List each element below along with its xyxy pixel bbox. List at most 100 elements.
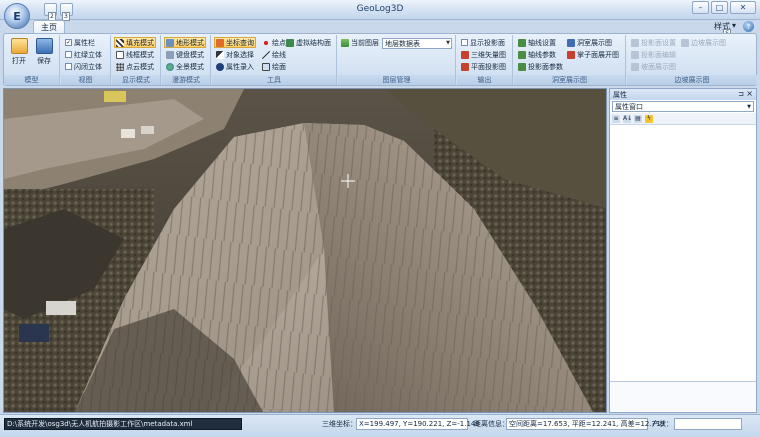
window-title: GeoLog3D xyxy=(356,4,404,14)
property-grid[interactable] xyxy=(610,125,756,381)
group-label-model: 模型 xyxy=(4,75,59,85)
file-path: D:\系统开发\osg3d\无人机航拍摄影工作区\metadata.xml xyxy=(4,418,242,430)
status-bar: D:\系统开发\osg3d\无人机航拍摄影工作区\metadata.xml 三维… xyxy=(0,414,760,437)
help-icon[interactable]: ? xyxy=(743,21,754,32)
minimize-button[interactable]: – xyxy=(692,1,709,14)
slope-display-button[interactable]: 边坡展示图 xyxy=(680,37,727,48)
draw-line-button[interactable]: 绘线 xyxy=(261,49,287,60)
ribbon: 打开 保存 模型 ✓ 属性栏 红绿立体 闪闭立体 视图 填充模式 线框模式 点云模… xyxy=(3,33,757,86)
point-icon xyxy=(262,38,270,47)
keyboard-icon xyxy=(166,50,174,59)
coordinate-label: 三维坐标： xyxy=(322,420,357,428)
cavern-display-button[interactable]: 洞室展示图 xyxy=(566,37,613,48)
projection-params-button[interactable]: 投影面参数 xyxy=(517,61,564,72)
info-icon xyxy=(216,62,224,71)
axis-params-icon xyxy=(518,50,526,59)
chevron-down-icon: ▼ xyxy=(747,103,751,110)
projection-settings-icon xyxy=(631,38,639,47)
line-icon xyxy=(262,50,270,59)
application-orb-button[interactable]: E xyxy=(4,3,30,29)
coordinate-query-button[interactable]: 坐标查询 xyxy=(214,37,256,48)
terrain-icon xyxy=(166,38,174,47)
property-panel: 属性 ⊐ × 属性窗口 ▼ ≡ A↓ ▤ ϟ xyxy=(609,88,757,413)
property-toolbar: ≡ A↓ ▤ ϟ xyxy=(610,113,756,125)
terrain-render xyxy=(4,89,606,412)
plan-projection-button[interactable]: 平面投影图 xyxy=(460,61,507,72)
group-cavern-display: 轴线设置 轴线参数 投影面参数 洞室展示图 掌子面展开图 洞室展示图 xyxy=(514,35,626,85)
group-label-cavern-display: 洞室展示图 xyxy=(514,75,625,85)
distance-value: 空间距离=17.653, 平距=12.241, 高差=12.719 xyxy=(506,418,665,430)
object-select-button[interactable]: 对象选择 xyxy=(215,49,255,60)
projection-map-icon xyxy=(461,62,469,71)
group-label-output: 输出 xyxy=(457,75,512,85)
maximize-button[interactable]: □ xyxy=(711,1,728,14)
current-layer-label: 当前图层 xyxy=(340,37,380,48)
property-object-select[interactable]: 属性窗口 ▼ xyxy=(612,101,754,112)
fill-mode-button[interactable]: 填充模式 xyxy=(114,37,156,48)
projection-edit-button[interactable]: 投影面编辑 xyxy=(630,49,677,60)
pointcloud-mode-button[interactable]: 点云模式 xyxy=(115,61,155,72)
checkbox-property-bar[interactable]: ✓ 属性栏 xyxy=(64,37,96,48)
chevron-down-icon: ▼ xyxy=(446,40,450,46)
globe-icon xyxy=(166,62,174,71)
projection-edit-icon xyxy=(631,50,639,59)
terrain-mode-button[interactable]: 地形模式 xyxy=(164,37,206,48)
close-icon[interactable]: × xyxy=(746,89,753,98)
face-unfold-icon xyxy=(567,50,575,59)
cavern-icon xyxy=(567,38,575,47)
categorized-icon[interactable]: ≡ xyxy=(612,114,620,123)
dip-label: 产状： xyxy=(652,420,673,428)
projection-settings-button[interactable]: 投影面设置 xyxy=(630,37,677,48)
group-roam-mode: 地形模式 键盘模式 全景模式 漫游模式 xyxy=(162,35,211,85)
virtual-structure-face-button[interactable]: 虚拟结构面 xyxy=(285,37,332,48)
slope-display-icon xyxy=(681,38,689,47)
checkbox-anaglyph[interactable]: 红绿立体 xyxy=(64,49,103,60)
layers-icon xyxy=(341,38,349,47)
draw-point-button[interactable]: 绘点 xyxy=(261,37,287,48)
checkbox-show-projection[interactable]: 显示投影面 xyxy=(460,37,506,48)
axis-params-button[interactable]: 轴线参数 xyxy=(517,49,557,60)
panorama-mode-button[interactable]: 全景模式 xyxy=(165,61,205,72)
coordinate-value: X=199.497, Y=190.221, Z=-1.148 xyxy=(356,418,480,430)
group-output: 显示投影面 三维矢量图 平面投影图 输出 xyxy=(457,35,513,85)
events-icon[interactable]: ϟ xyxy=(645,114,653,123)
title-bar: 2 3 GeoLog3D – □ ✕ xyxy=(0,0,760,21)
property-description xyxy=(610,381,756,411)
group-view: ✓ 属性栏 红绿立体 闪闭立体 视图 xyxy=(61,35,111,85)
checkbox-shutter-stereo[interactable]: 闪闭立体 xyxy=(64,61,103,72)
save-button[interactable]: 保存 xyxy=(34,38,54,66)
open-button[interactable]: 打开 xyxy=(9,38,29,66)
fill-mode-icon xyxy=(116,38,124,47)
group-slope-display: 投影面设置 投影面编辑 坡面展示图 边坡展示图 边坡展示图 xyxy=(627,35,757,85)
panel-header: 属性 ⊐ × xyxy=(610,89,756,100)
slope-surface-icon xyxy=(631,62,639,71)
3d-viewport[interactable] xyxy=(3,88,607,413)
property-pages-icon[interactable]: ▤ xyxy=(634,114,642,123)
axis-settings-button[interactable]: 轴线设置 xyxy=(517,37,557,48)
group-label-layer-management: 图层管理 xyxy=(338,75,455,85)
close-button[interactable]: ✕ xyxy=(730,1,756,14)
group-layer-management: 当前图层 地层数据表 ▼ 图层管理 xyxy=(338,35,456,85)
coordinate-icon xyxy=(216,38,224,47)
pin-icon[interactable]: ⊐ xyxy=(738,90,744,98)
disk-icon xyxy=(35,38,53,54)
keyboard-mode-button[interactable]: 键盘模式 xyxy=(165,49,205,60)
alphabetical-icon[interactable]: A↓ xyxy=(623,114,632,123)
group-label-slope-display: 边坡展示图 xyxy=(627,75,757,85)
folder-icon xyxy=(10,38,28,54)
layer-select[interactable]: 地层数据表 ▼ xyxy=(382,38,452,49)
group-label-display-mode: 显示模式 xyxy=(112,75,160,85)
panel-title: 属性 xyxy=(613,90,627,99)
draw-face-button[interactable]: 绘面 xyxy=(261,61,287,72)
group-label-view: 视图 xyxy=(61,75,110,85)
structure-face-icon xyxy=(286,38,294,47)
tab-home[interactable]: 主页 xyxy=(33,20,65,34)
slope-surface-button[interactable]: 坡面展示图 xyxy=(630,61,677,72)
group-label-roam-mode: 漫游模式 xyxy=(162,75,210,85)
face-unfold-button[interactable]: 掌子面展开图 xyxy=(566,49,620,60)
axis-icon xyxy=(518,38,526,47)
group-label-tools: 工具 xyxy=(212,75,336,85)
3d-vector-map-button[interactable]: 三维矢量图 xyxy=(460,49,507,60)
attribute-input-button[interactable]: 属性录入 xyxy=(215,61,255,72)
wireframe-mode-button[interactable]: 线框模式 xyxy=(115,49,155,60)
